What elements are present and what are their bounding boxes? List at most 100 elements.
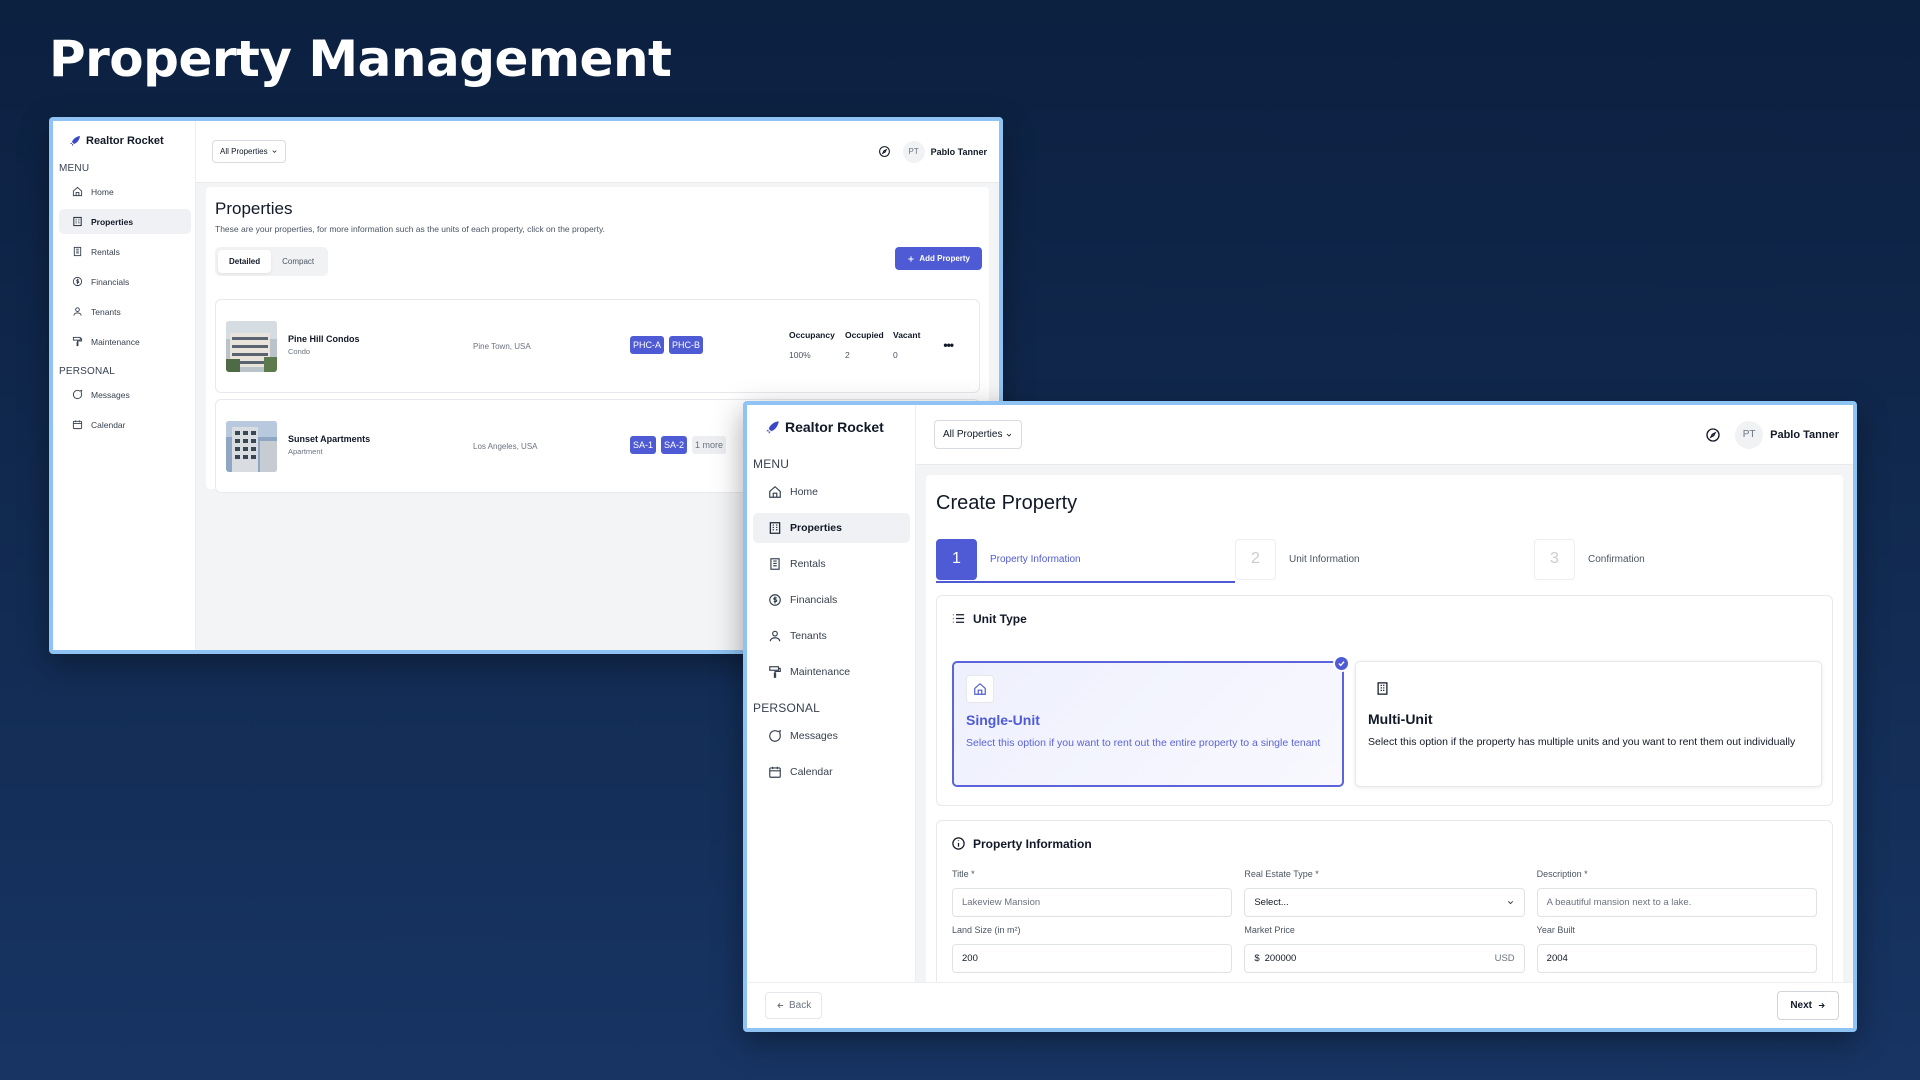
compass-icon[interactable] [878,145,891,158]
home-icon [72,186,83,197]
description-input[interactable]: A beautiful mansion next to a lake. [1536,888,1817,917]
sidebar-item-rentals[interactable]: Rentals [753,549,910,579]
footer-bar: Back Next [747,982,1853,1028]
sidebar-item-home[interactable]: Home [59,179,191,204]
sidebar-item-rentals[interactable]: Rentals [59,239,191,264]
brand[interactable]: Realtor Rocket [747,405,915,435]
sidebar-item-label: Home [91,186,114,197]
option-description: Select this option if you want to rent o… [966,737,1321,749]
sidebar-item-label: Calendar [91,419,126,430]
sidebar-item-tenants[interactable]: Tenants [753,621,910,651]
market-price-input[interactable]: $ 200000 USD [1244,944,1525,973]
property-card-pine-hill[interactable]: Pine Hill Condos Condo Pine Town, USA PH… [215,299,980,393]
step-property-information[interactable]: 1 Property Information [936,535,1235,583]
brand[interactable]: Realtor Rocket [53,121,195,147]
land-size-label: Land Size (in m²) [952,925,1021,935]
user-name[interactable]: Pablo Tanner [931,147,987,157]
sidebar-item-home[interactable]: Home [753,477,910,507]
sidebar-item-properties[interactable]: Properties [753,513,910,543]
multi-unit-option[interactable]: Multi-Unit Select this option if the pro… [1355,661,1822,787]
compass-icon[interactable] [1705,427,1721,443]
sidebar-item-messages[interactable]: Messages [59,382,191,407]
unit-tags: PHC-A PHC-B [630,336,704,354]
sidebar-item-label: Properties [91,216,134,227]
add-property-button[interactable]: Add Property [895,247,982,270]
home-icon [966,675,994,703]
sidebar-item-label: Messages [790,730,838,742]
message-icon [72,389,83,400]
page-title: Properties [215,199,293,218]
sidebar-item-label: Maintenance [790,666,851,678]
unit-tag[interactable]: SA-2 [661,436,688,454]
sidebar-item-label: Home [790,486,819,498]
property-location: Pine Town, USA [473,342,531,351]
sidebar: Realtor Rocket MENU Home Properties Rent… [747,405,916,1028]
avatar[interactable]: PT [902,140,925,163]
occupancy-stats: Occupancy Occupied Vacant 100% 2 0 [789,330,933,360]
property-filter-value: All Properties [943,429,1003,440]
sidebar-item-label: Properties [790,522,842,534]
next-button[interactable]: Next [1777,991,1839,1020]
year-built-input[interactable]: 2004 [1536,944,1817,973]
calendar-icon [769,766,781,778]
stepper: 1 Property Information 2 Unit Informatio… [936,535,1833,583]
property-filter-select[interactable]: All Properties [934,420,1023,449]
title-input[interactable]: Lakeview Mansion [952,888,1233,917]
step-label: Confirmation [1588,553,1645,565]
next-label: Next [1790,1000,1812,1011]
description-label: Description * [1536,869,1588,879]
sidebar-item-maintenance[interactable]: Maintenance [753,657,910,687]
list-icon [952,614,965,623]
personal-label: PERSONAL [59,366,116,377]
occupancy-value: 100% [789,350,811,360]
single-unit-option[interactable]: Single-Unit Select this option if you wa… [952,655,1350,787]
unit-tag[interactable]: SA-1 [630,436,657,454]
menu-label: MENU [59,163,90,174]
add-property-label: Add Property [919,254,970,263]
property-form: Title * Lakeview Mansion Real Estate Typ… [952,869,1817,981]
property-info-header: Property Information [951,836,1092,851]
sidebar-item-label: Calendar [790,766,833,778]
sidebar-item-calendar[interactable]: Calendar [753,757,910,787]
brand-name: Realtor Rocket [785,419,884,435]
property-location: Los Angeles, USA [473,442,538,451]
tab-compact[interactable]: Compact [271,250,325,273]
sidebar-item-calendar[interactable]: Calendar [59,412,191,437]
more-tags-badge[interactable]: 1 more [692,436,727,454]
avatar[interactable]: PT [1735,420,1764,449]
step-unit-information[interactable]: 2 Unit Information [1235,535,1534,583]
hero-title: Property Management [49,30,672,88]
tab-detailed[interactable]: Detailed [218,250,272,273]
unit-tag[interactable]: PHC-B [669,336,704,354]
more-options-icon[interactable]: ••• [943,338,954,352]
sidebar-item-financials[interactable]: Financials [59,269,191,294]
sidebar-item-financials[interactable]: Financials [753,585,910,615]
property-type: Apartment [288,447,323,456]
vacant-header: Vacant [893,330,921,340]
sidebar-item-maintenance[interactable]: Maintenance [59,329,191,354]
real-estate-type-label: Real Estate Type * [1244,869,1319,879]
chevron-down-icon [1007,433,1012,437]
dollar-icon [72,276,83,287]
unit-tag[interactable]: PHC-A [630,336,665,354]
land-size-input[interactable]: 200 [952,944,1233,973]
user-icon [73,307,82,316]
sidebar-item-messages[interactable]: Messages [753,721,910,751]
plus-icon [908,255,914,262]
user-name[interactable]: Pablo Tanner [1770,429,1839,441]
property-image [226,321,277,372]
sidebar-item-tenants[interactable]: Tenants [59,299,191,324]
back-label: Back [789,1000,812,1011]
arrow-left-icon [777,1002,784,1009]
sidebar-item-properties[interactable]: Properties [59,209,191,234]
step-confirmation[interactable]: 3 Confirmation [1534,535,1833,583]
property-filter-select[interactable]: All Properties [212,140,286,163]
user-icon [769,630,781,642]
unit-type-title: Unit Type [973,611,1027,626]
property-image [226,421,277,472]
rentals-icon [770,558,780,570]
step-label: Unit Information [1289,553,1360,565]
back-button[interactable]: Back [765,992,823,1019]
rocket-icon [766,420,779,434]
real-estate-type-select[interactable]: Select... [1244,888,1525,917]
